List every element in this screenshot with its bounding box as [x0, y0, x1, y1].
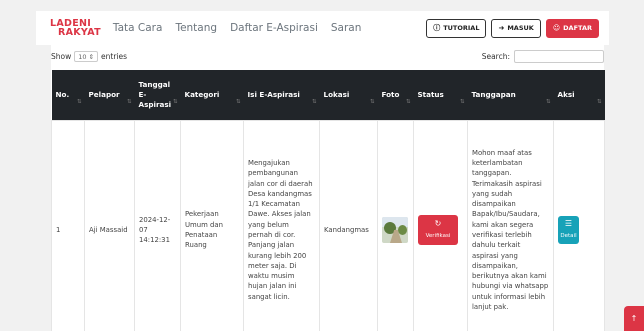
detail-button-label: Detail — [560, 233, 577, 239]
column-header-label: Pelapor — [88, 89, 120, 99]
nav-link-tentang[interactable]: Tentang — [175, 22, 217, 34]
cell-status: ↻ Verifikasi — [413, 119, 468, 331]
brand-logo[interactable]: LADENI RAKYAT — [50, 19, 101, 38]
cell-tanggal: 2024-12-07 14:12:31 — [134, 119, 181, 331]
entries-select[interactable]: 10 ⇕ — [74, 51, 99, 62]
tutorial-button-label: TUTORIAL — [443, 24, 480, 32]
status-label: Verifikasi — [425, 233, 451, 239]
scroll-top-button[interactable]: ↑ — [624, 306, 644, 331]
sign-in-icon: ➜ — [498, 24, 505, 32]
sort-icon: ⇅ — [126, 98, 132, 105]
cell-tanggapan: Mohon maaf atas keterlambatan tanggapan.… — [467, 119, 554, 331]
search-control: Search: — [482, 50, 604, 63]
column-header[interactable]: Foto ⇅ — [377, 70, 414, 120]
column-header-label: Kategori — [184, 89, 220, 99]
search-input[interactable] — [514, 50, 604, 63]
column-header[interactable]: Kategori ⇅ — [180, 70, 244, 120]
sync-icon: ↻ — [434, 218, 442, 228]
sort-icon: ⇅ — [172, 98, 178, 105]
table-header-row: No. ⇅ Pelapor ⇅ Tanggal E-Aspirasi ⇅ Katego… — [51, 70, 605, 120]
brand-line2: RAKYAT — [58, 27, 101, 38]
entries-select-value: 10 — [78, 53, 87, 61]
cell-foto — [377, 119, 414, 331]
sort-icon: ⇅ — [405, 98, 411, 105]
sort-icon: ⇅ — [311, 98, 317, 105]
column-header[interactable]: Lokasi ⇅ — [319, 70, 378, 120]
entries-label: entries — [101, 52, 128, 61]
status-verifikasi-button[interactable]: ↻ Verifikasi — [418, 215, 458, 245]
sort-icon: ⇅ — [596, 98, 602, 105]
column-header-label: Tanggapan — [471, 89, 516, 99]
sort-icon: ⇅ — [235, 98, 241, 105]
detail-button[interactable]: ☰ Detail — [558, 216, 579, 244]
info-circle-icon: ⓘ — [433, 24, 441, 32]
aspirasi-table: No. ⇅ Pelapor ⇅ Tanggal E-Aspirasi ⇅ Katego… — [51, 70, 605, 331]
column-header[interactable]: Pelapor ⇅ — [84, 70, 135, 120]
sort-icon: ⇅ — [76, 98, 82, 105]
tutorial-button[interactable]: ⓘ TUTORIAL — [426, 18, 487, 38]
search-label: Search: — [481, 52, 510, 61]
list-icon: ☰ — [564, 218, 573, 228]
nav-links: Tata Cara Tentang Daftar E-Aspirasi Sara… — [113, 22, 374, 34]
masuk-button[interactable]: ➜ MASUK — [491, 18, 541, 38]
daftar-button[interactable]: ☺ DAFTAR — [545, 18, 599, 38]
column-header[interactable]: No. ⇅ — [51, 70, 85, 120]
column-header-label: Status — [417, 89, 444, 99]
column-header-label: No. — [55, 89, 70, 99]
column-header[interactable]: Isi E-Aspirasi ⇅ — [243, 70, 320, 120]
column-header-label: Aksi — [557, 89, 575, 99]
show-label: Show — [51, 52, 72, 61]
sort-icon: ⇅ — [545, 98, 551, 105]
page: LADENI RAKYAT Tata Cara Tentang Daftar E… — [0, 0, 644, 331]
column-header-label: Isi E-Aspirasi — [247, 89, 300, 99]
table-controls: Show 10 ⇕ entries Search: — [51, 50, 604, 64]
cell-no: 1 — [51, 119, 85, 331]
column-header-label: Lokasi — [323, 89, 350, 99]
cell-isi: Mengajukan pembangunan jalan cor di daer… — [243, 119, 320, 331]
arrow-up-icon: ↑ — [630, 314, 638, 323]
masuk-button-label: MASUK — [507, 24, 534, 32]
nav-link-saran[interactable]: Saran — [331, 22, 362, 34]
navbar: LADENI RAKYAT Tata Cara Tentang Daftar E… — [36, 11, 609, 45]
entries-control: Show 10 ⇕ entries — [51, 51, 127, 62]
daftar-button-label: DAFTAR — [563, 24, 592, 32]
cell-aksi: ☰ Detail — [553, 119, 605, 331]
cell-lokasi: Kandangmas — [319, 119, 378, 331]
column-header[interactable]: Tanggapan ⇅ — [467, 70, 554, 120]
sort-icon: ⇅ — [369, 98, 375, 105]
aspirasi-photo[interactable] — [382, 217, 408, 243]
column-header[interactable]: Status ⇅ — [413, 70, 468, 120]
column-header-label: Tanggal E-Aspirasi — [138, 79, 172, 109]
table-row: 1 Aji Massaid 2024-12-07 14:12:31 Pekerj… — [51, 119, 605, 331]
sort-icon: ⇅ — [459, 98, 465, 105]
cell-pelapor: Aji Massaid — [84, 119, 135, 331]
nav-link-tata-cara[interactable]: Tata Cara — [113, 22, 163, 34]
column-header[interactable]: Tanggal E-Aspirasi ⇅ — [134, 70, 181, 120]
column-header[interactable]: Aksi ⇅ — [553, 70, 605, 120]
column-header-label: Foto — [381, 89, 400, 99]
user-plus-icon: ☺ — [552, 24, 561, 32]
cell-kategori: Pekerjaan Umum dan Penataan Ruang — [180, 119, 244, 331]
nav-buttons: ⓘ TUTORIAL ➜ MASUK ☺ DAFTAR — [426, 18, 599, 38]
nav-link-daftar-e-aspirasi[interactable]: Daftar E-Aspirasi — [230, 22, 318, 34]
